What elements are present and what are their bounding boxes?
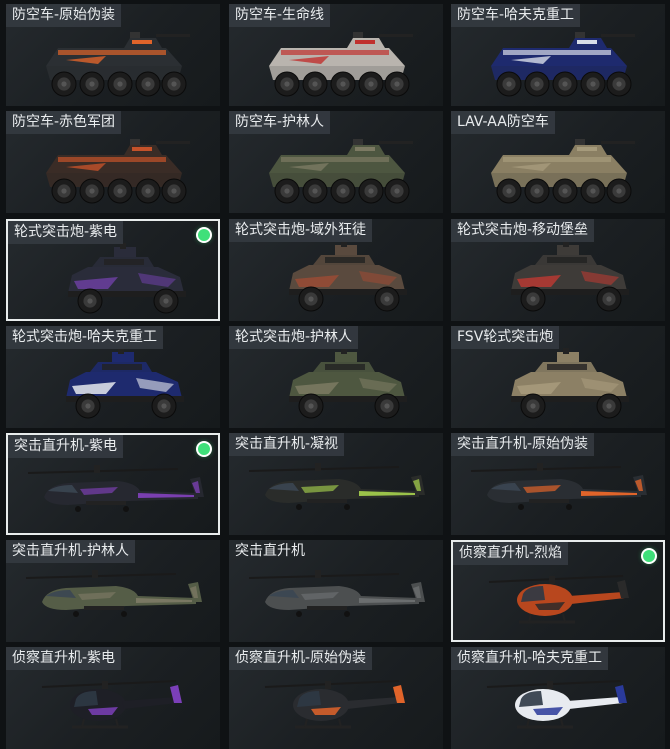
- skin-card[interactable]: 突击直升机-凝视: [229, 433, 443, 535]
- skin-name-label: 防空车-哈夫克重工: [451, 4, 581, 27]
- skin-name-label: 侦察直升机-烈焰: [453, 542, 569, 565]
- skin-card[interactable]: 轮式突击炮-哈夫克重工: [6, 326, 220, 428]
- skin-card[interactable]: 突击直升机-护林人: [6, 540, 220, 642]
- skin-name-label: 轮式突击炮-哈夫克重工: [6, 326, 164, 349]
- skin-name-label: 突击直升机-紫电: [8, 435, 124, 458]
- skin-name-label: 突击直升机-凝视: [229, 433, 345, 456]
- skin-card[interactable]: 侦察直升机-原始伪装: [229, 647, 443, 749]
- skin-card[interactable]: 侦察直升机-烈焰: [451, 540, 665, 642]
- skin-card[interactable]: 防空车-哈夫克重工: [451, 4, 665, 106]
- skin-card[interactable]: 轮式突击炮-域外狂徒: [229, 219, 443, 321]
- skin-card[interactable]: 防空车-赤色军团: [6, 111, 220, 213]
- skin-name-label: 轮式突击炮-紫电: [8, 221, 124, 244]
- skin-card[interactable]: 防空车-生命线: [229, 4, 443, 106]
- skin-name-label: 轮式突击炮-护林人: [229, 326, 359, 349]
- skin-name-label: 轮式突击炮-移动堡垒: [451, 219, 595, 242]
- equipped-indicator-icon: [198, 229, 210, 241]
- skin-name-label: 侦察直升机-哈夫克重工: [451, 647, 609, 670]
- skin-name-label: 防空车-原始伪装: [6, 4, 122, 27]
- skin-name-label: 防空车-赤色军团: [6, 111, 122, 134]
- skin-name-label: 防空车-护林人: [229, 111, 331, 134]
- skin-name-label: 突击直升机: [235, 543, 305, 559]
- skin-card[interactable]: LAV-AA防空车: [451, 111, 665, 213]
- skin-name-label: LAV-AA防空车: [451, 111, 555, 134]
- equipped-indicator-icon: [643, 550, 655, 562]
- skin-card[interactable]: 侦察直升机-紫电: [6, 647, 220, 749]
- skin-card[interactable]: 轮式突击炮-移动堡垒: [451, 219, 665, 321]
- skin-name-label: 突击直升机-护林人: [6, 540, 136, 563]
- skin-name-label: FSV轮式突击炮: [451, 326, 560, 349]
- skin-card[interactable]: 防空车-护林人: [229, 111, 443, 213]
- vehicle-skin-grid: 防空车-原始伪装 防空车-生命线 防空车-哈夫克重工 防空车-赤色军团 防空车-…: [0, 0, 670, 749]
- skin-name-label: 防空车-生命线: [229, 4, 331, 27]
- skin-name-label: 突击直升机-原始伪装: [451, 433, 595, 456]
- skin-card[interactable]: FSV轮式突击炮: [451, 326, 665, 428]
- equipped-indicator-icon: [198, 443, 210, 455]
- skin-name-label: 轮式突击炮-域外狂徒: [229, 219, 373, 242]
- skin-name-label: 侦察直升机-紫电: [6, 647, 122, 670]
- skin-card[interactable]: 轮式突击炮-护林人: [229, 326, 443, 428]
- skin-card[interactable]: 轮式突击炮-紫电: [6, 219, 220, 321]
- skin-card[interactable]: 侦察直升机-哈夫克重工: [451, 647, 665, 749]
- skin-card[interactable]: 防空车-原始伪装: [6, 4, 220, 106]
- skin-name-label: 侦察直升机-原始伪装: [229, 647, 373, 670]
- skin-card[interactable]: 突击直升机-原始伪装: [451, 433, 665, 535]
- skin-card[interactable]: 突击直升机: [229, 540, 443, 642]
- skin-card[interactable]: 突击直升机-紫电: [6, 433, 220, 535]
